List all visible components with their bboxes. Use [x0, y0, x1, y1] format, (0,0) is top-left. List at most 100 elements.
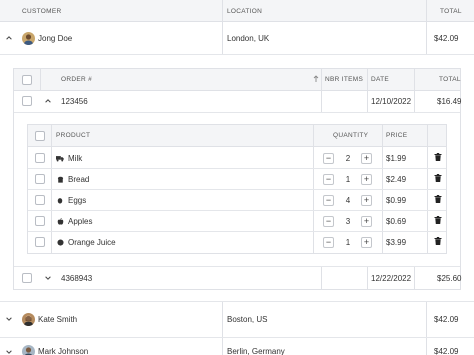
price-column-header[interactable]: PRICE: [386, 132, 407, 139]
decrease-quantity-button[interactable]: −: [323, 195, 334, 206]
increase-quantity-button[interactable]: +: [361, 153, 372, 164]
product-row-checkbox[interactable]: [35, 195, 45, 205]
row-divider: [28, 210, 446, 211]
total-column-header[interactable]: TOTAL: [440, 8, 462, 15]
truck-icon: [56, 154, 64, 162]
decrease-quantity-button[interactable]: −: [323, 216, 334, 227]
quantity-value[interactable]: 1: [341, 238, 355, 247]
row-divider: [0, 301, 474, 302]
order-number-column-header[interactable]: ORDER #: [61, 76, 92, 83]
customer-name: Kate Smith: [38, 315, 78, 324]
delete-trash-icon[interactable]: [434, 216, 442, 226]
column-divider: [426, 302, 427, 337]
row-divider: [14, 112, 460, 113]
customer-total: $42.09: [434, 34, 459, 43]
expand-row-chevron-down-icon[interactable]: [4, 314, 14, 324]
column-divider: [426, 338, 427, 355]
collapse-row-chevron-up-icon[interactable]: [4, 33, 14, 43]
column-divider: [367, 69, 368, 91]
product-price: $3.99: [386, 238, 407, 247]
column-divider: [222, 0, 223, 22]
delete-trash-icon[interactable]: [434, 153, 442, 163]
product-name: Apples: [68, 217, 93, 226]
customer-total: $42.09: [434, 315, 459, 324]
customer-location: Boston, US: [227, 315, 268, 324]
customer-location: Berlin, Germany: [227, 347, 285, 355]
column-divider: [367, 91, 368, 113]
decrease-quantity-button[interactable]: −: [323, 237, 334, 248]
apple-icon: [56, 217, 64, 225]
order-total: $25.60: [437, 274, 462, 283]
product-name: Milk: [68, 154, 83, 163]
customer-column-header[interactable]: CUSTOMER: [22, 8, 61, 15]
column-divider: [414, 69, 415, 91]
delete-trash-icon[interactable]: [434, 174, 442, 184]
quantity-value[interactable]: 1: [341, 175, 355, 184]
customer-name: Jong Doe: [38, 34, 73, 43]
decrease-quantity-button[interactable]: −: [323, 174, 334, 185]
product-price: $0.69: [386, 217, 407, 226]
products-subgrid: PRODUCT QUANTITY PRICE Milk − 2 + $1.99 …: [27, 124, 447, 254]
product-row-checkbox[interactable]: [35, 174, 45, 184]
order-total-column-header[interactable]: TOTAL: [439, 76, 461, 83]
column-divider: [321, 69, 322, 91]
select-all-products-checkbox[interactable]: [35, 131, 45, 141]
order-total: $16.49: [437, 97, 462, 106]
order-row-checkbox[interactable]: [22, 96, 32, 106]
customer-name: Mark Johnson: [38, 347, 89, 355]
row-divider: [28, 231, 446, 232]
column-divider: [321, 267, 322, 289]
product-price: $2.49: [386, 175, 407, 184]
increase-quantity-button[interactable]: +: [361, 174, 372, 185]
avatar: [22, 345, 35, 355]
column-divider: [367, 267, 368, 289]
product-name: Eggs: [68, 196, 87, 205]
increase-quantity-button[interactable]: +: [361, 195, 372, 206]
collapse-order-chevron-up-icon[interactable]: [43, 96, 53, 106]
product-row-checkbox[interactable]: [35, 237, 45, 247]
product-name: Orange Juice: [68, 238, 116, 247]
product-row-checkbox[interactable]: [35, 153, 45, 163]
location-column-header[interactable]: LOCATION: [227, 8, 262, 15]
select-all-orders-checkbox[interactable]: [22, 75, 32, 85]
column-divider: [426, 22, 427, 54]
column-divider: [222, 302, 223, 337]
column-divider: [40, 69, 41, 91]
quantity-value[interactable]: 3: [341, 217, 355, 226]
column-divider: [426, 0, 427, 22]
bread-icon: [56, 175, 64, 183]
row-divider: [14, 266, 460, 267]
expand-order-chevron-down-icon[interactable]: [43, 273, 53, 283]
order-date: 12/10/2022: [371, 97, 412, 106]
column-divider: [321, 91, 322, 113]
date-column-header[interactable]: DATE: [371, 76, 389, 83]
increase-quantity-button[interactable]: +: [361, 216, 372, 227]
delete-trash-icon[interactable]: [434, 237, 442, 247]
order-row-checkbox[interactable]: [22, 273, 32, 283]
delete-trash-icon[interactable]: [434, 195, 442, 205]
row-divider: [0, 337, 474, 338]
avatar: [22, 313, 35, 326]
avatar: [22, 32, 35, 45]
column-divider: [222, 22, 223, 54]
customer-location: London, UK: [227, 34, 270, 43]
expand-row-chevron-down-icon[interactable]: [4, 347, 14, 355]
column-divider: [414, 267, 415, 289]
product-column-header[interactable]: PRODUCT: [56, 132, 90, 139]
order-number: 4368943: [61, 274, 93, 283]
row-divider: [28, 168, 446, 169]
product-row-checkbox[interactable]: [35, 216, 45, 226]
product-price: $1.99: [386, 154, 407, 163]
column-divider: [414, 91, 415, 113]
sort-arrow-up-icon[interactable]: [313, 75, 319, 83]
decrease-quantity-button[interactable]: −: [323, 153, 334, 164]
order-date: 12/22/2022: [371, 274, 412, 283]
orange-icon: [56, 238, 64, 246]
product-name: Bread: [68, 175, 90, 184]
increase-quantity-button[interactable]: +: [361, 237, 372, 248]
nbr-items-column-header[interactable]: NBR ITEMS: [325, 76, 363, 83]
row-divider: [28, 189, 446, 190]
quantity-value[interactable]: 4: [341, 196, 355, 205]
quantity-column-header[interactable]: QUANTITY: [333, 132, 368, 139]
quantity-value[interactable]: 2: [341, 154, 355, 163]
